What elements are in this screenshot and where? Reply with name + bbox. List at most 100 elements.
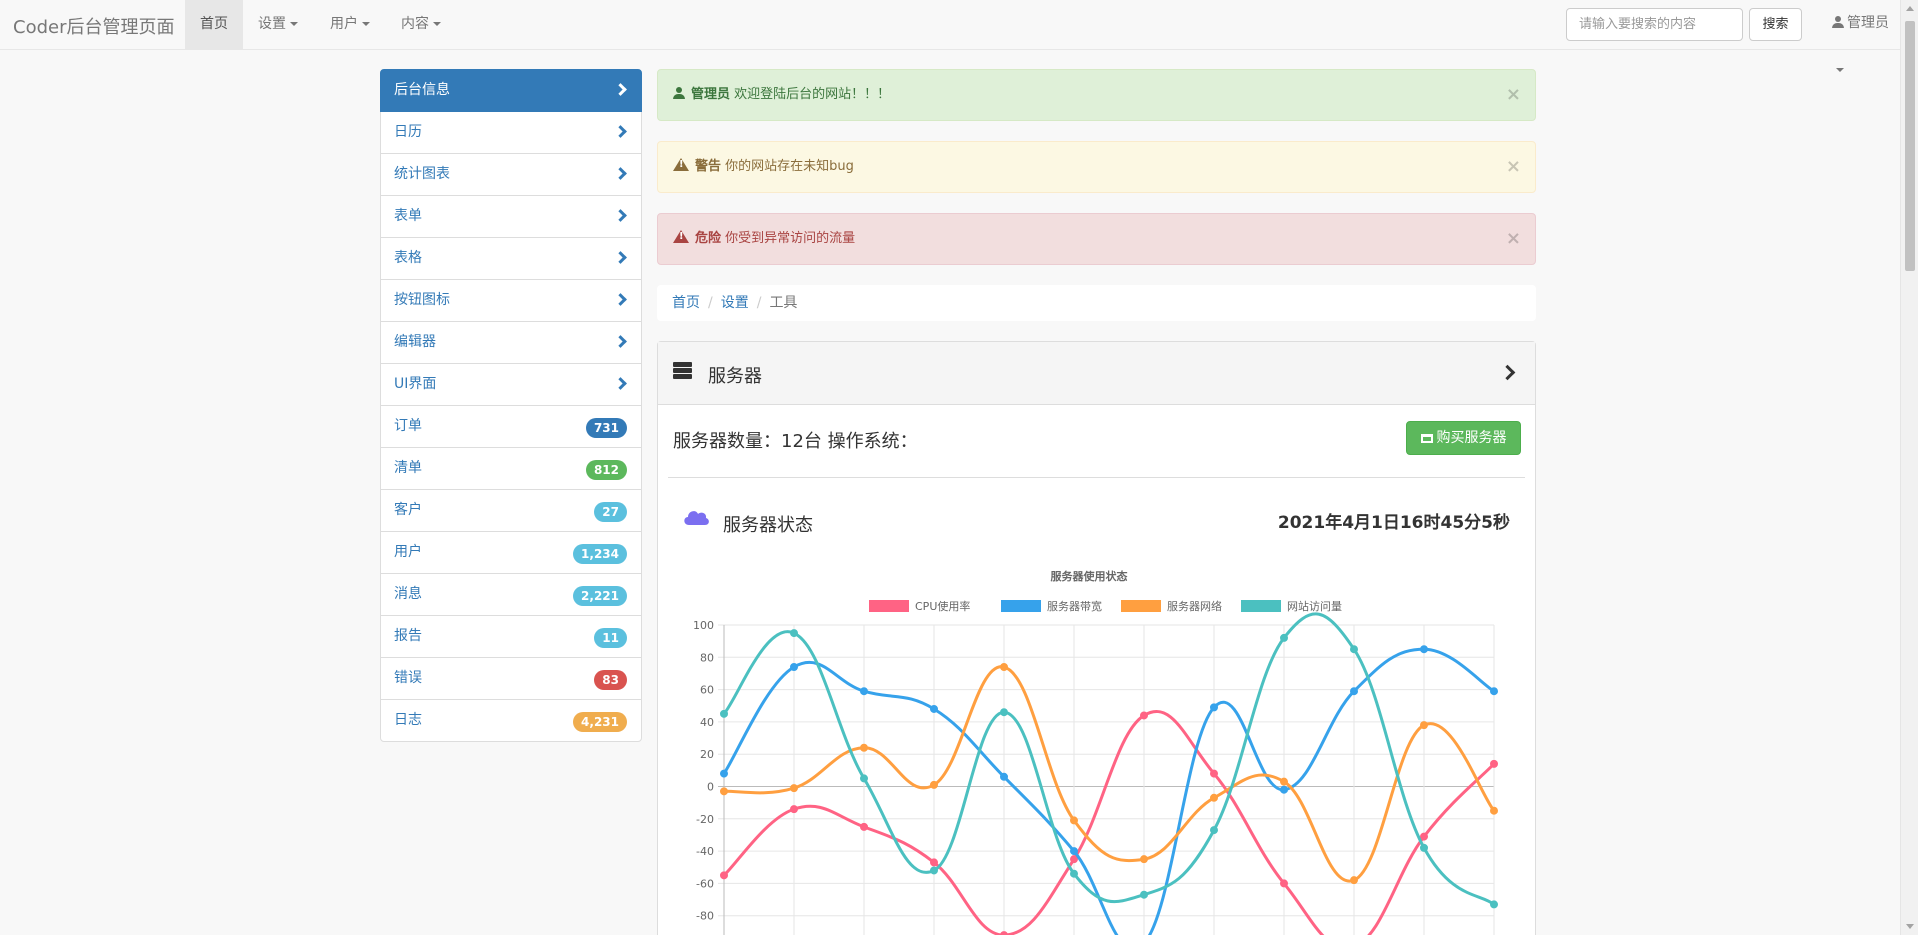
chevron-right-icon	[614, 167, 627, 180]
data-point	[1280, 785, 1288, 794]
close-icon[interactable]: ×	[1506, 214, 1521, 264]
user-menu[interactable]: 管理员	[1832, 0, 1900, 72]
alert-danger: 危险 你受到异常访问的流量 ×	[657, 213, 1536, 265]
y-tick-label: 100	[693, 619, 714, 632]
y-tick-label: 0	[707, 781, 714, 794]
sidebar-item[interactable]: 用户 1,234	[380, 531, 642, 574]
data-point	[1070, 847, 1078, 856]
count-badge: 2,221	[573, 586, 627, 606]
count-badge: 4,231	[573, 712, 627, 732]
caret-down-icon	[362, 22, 370, 26]
data-point	[1490, 687, 1498, 696]
data-point	[1490, 900, 1498, 909]
close-icon[interactable]: ×	[1506, 70, 1521, 120]
data-point	[1000, 708, 1008, 717]
nav-settings[interactable]: 设置	[243, 0, 313, 50]
sidebar-item-label: 编辑器	[394, 334, 436, 350]
cloud-icon	[684, 511, 709, 525]
data-point	[790, 662, 798, 671]
breadcrumb-settings[interactable]: 设置	[721, 295, 749, 311]
data-point	[860, 774, 868, 783]
chevron-right-icon	[614, 83, 627, 96]
alert-text: 你的网站存在未知bug	[725, 159, 854, 174]
data-point	[1280, 879, 1288, 888]
count-badge: 731	[585, 418, 627, 438]
brand-logo[interactable]: Coder后台管理页面	[13, 13, 174, 39]
search-input[interactable]	[1566, 8, 1743, 41]
data-point	[1210, 769, 1218, 778]
status-title: 服务器状态	[723, 515, 813, 536]
caret-down-icon	[433, 22, 441, 26]
server-info: 服务器数量：12台 操作系统：	[673, 431, 918, 452]
data-point	[790, 805, 798, 814]
sidebar-item[interactable]: 消息 2,221	[380, 573, 642, 616]
data-point	[1280, 633, 1288, 642]
panel-heading[interactable]: 服务器	[658, 342, 1535, 405]
server-icon	[673, 362, 692, 380]
data-point	[860, 687, 868, 696]
sidebar-item[interactable]: 客户 27	[380, 489, 642, 532]
sidebar-item-label: 表单	[394, 208, 422, 224]
server-usage-chart: 服务器使用状态 CPU使用率 服务器带宽 服务器网络 网站访问量 100 80 60 40 20 0…	[693, 569, 1498, 935]
data-point	[1490, 759, 1498, 768]
count-badge: 11	[594, 628, 627, 648]
page-scrollbar[interactable]	[1900, 0, 1918, 935]
y-tick-label: 20	[700, 748, 714, 761]
alert-warning: 警告 你的网站存在未知bug ×	[657, 141, 1536, 193]
chevron-right-icon[interactable]	[1499, 364, 1516, 381]
breadcrumb-separator: /	[708, 295, 713, 311]
caret-down-icon	[1836, 68, 1844, 72]
sidebar-item[interactable]: 编辑器	[380, 321, 642, 364]
alert-title: 警告	[695, 159, 722, 174]
data-point	[1350, 876, 1358, 885]
sidebar-item[interactable]: 日志 4,231	[380, 699, 642, 742]
warning-icon	[673, 230, 689, 243]
sidebar-item[interactable]: 按钮图标	[380, 279, 642, 322]
chart-title: 服务器使用状态	[1051, 569, 1128, 583]
sidebar-item-label: 用户	[394, 544, 422, 560]
sidebar-item[interactable]: 清单 812	[380, 447, 642, 490]
sidebar-item-label: 清单	[394, 460, 422, 476]
data-point	[1420, 645, 1428, 654]
y-tick-label: -80	[696, 910, 714, 923]
buy-server-button[interactable]: 购买服务器	[1406, 421, 1521, 455]
top-navbar: Coder后台管理页面 首页 设置 用户 内容 搜索 管理员	[0, 0, 1900, 72]
data-point	[1000, 772, 1008, 781]
y-tick-label: -20	[696, 813, 714, 826]
breadcrumb-separator: /	[756, 295, 762, 311]
server-datetime: 2021年4月1日16时45分5秒	[1277, 513, 1510, 533]
scroll-up-icon[interactable]	[1906, 6, 1914, 11]
sidebar-item[interactable]: 日历	[380, 111, 642, 154]
data-point	[720, 871, 728, 880]
scroll-down-icon[interactable]	[1906, 924, 1914, 929]
sidebar-item-label: 客户	[394, 502, 422, 518]
divider	[668, 477, 1525, 478]
breadcrumb-home[interactable]: 首页	[672, 295, 700, 311]
data-point	[1210, 703, 1218, 712]
sidebar-item[interactable]: 报告 11	[380, 615, 642, 658]
nav-users[interactable]: 用户	[315, 0, 385, 50]
sidebar-item[interactable]: 表格	[380, 237, 642, 280]
close-icon[interactable]: ×	[1506, 142, 1521, 192]
data-point	[930, 866, 938, 875]
sidebar-item[interactable]: UI界面	[380, 363, 642, 406]
server-panel: 服务器 服务器数量：12台 操作系统： 购买服务器 服务器状态 2021年4月1…	[657, 341, 1536, 935]
legend-label: 服务器带宽	[1047, 599, 1102, 613]
data-point	[1420, 843, 1428, 852]
sidebar-item[interactable]: 表单	[380, 195, 642, 238]
data-point	[1420, 721, 1428, 730]
scrollbar-thumb[interactable]	[1905, 21, 1915, 271]
sidebar-item-label: 按钮图标	[394, 292, 450, 308]
sidebar-item[interactable]: 统计图表	[380, 153, 642, 196]
data-point	[860, 743, 868, 752]
nav-home[interactable]: 首页	[185, 0, 243, 50]
data-point	[1140, 855, 1148, 864]
data-point	[720, 709, 728, 718]
data-point	[720, 769, 728, 778]
search-button[interactable]: 搜索	[1749, 8, 1802, 41]
sidebar-item[interactable]: 错误 83	[380, 657, 642, 700]
sidebar-item[interactable]: 后台信息	[380, 69, 642, 112]
sidebar-item[interactable]: 订单 731	[380, 405, 642, 448]
count-badge: 1,234	[573, 544, 627, 564]
nav-content[interactable]: 内容	[386, 0, 456, 50]
